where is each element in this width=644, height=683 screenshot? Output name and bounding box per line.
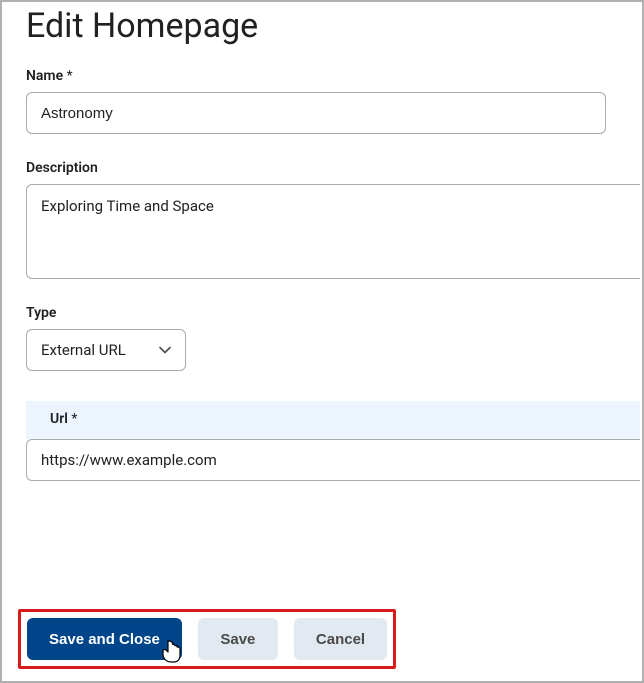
description-field-group: Description Exploring Time and Space bbox=[26, 160, 618, 279]
type-selected-value: External URL bbox=[41, 341, 126, 359]
name-label: Name * bbox=[26, 68, 618, 84]
page-title: Edit Homepage bbox=[26, 2, 618, 68]
cancel-label: Cancel bbox=[316, 631, 365, 648]
name-label-text: Name bbox=[26, 68, 63, 84]
url-input[interactable]: https://www.example.com bbox=[26, 439, 640, 481]
url-required-mark: * bbox=[71, 411, 77, 427]
type-select[interactable]: External URL bbox=[26, 329, 186, 371]
name-input[interactable] bbox=[26, 92, 606, 134]
url-section: Url * bbox=[26, 401, 640, 439]
save-and-close-button[interactable]: Save and Close bbox=[27, 618, 182, 660]
url-label: Url * bbox=[40, 411, 626, 427]
button-bar-highlight: Save and Close Save Cancel bbox=[18, 609, 396, 669]
save-button[interactable]: Save bbox=[198, 618, 278, 660]
description-textarea[interactable]: Exploring Time and Space bbox=[26, 184, 640, 279]
cancel-button[interactable]: Cancel bbox=[294, 618, 387, 660]
description-label: Description bbox=[26, 160, 618, 176]
name-field-group: Name * bbox=[26, 68, 618, 134]
save-and-close-label: Save and Close bbox=[49, 631, 160, 648]
chevron-down-icon bbox=[159, 344, 171, 356]
type-field-group: Type External URL bbox=[26, 305, 618, 371]
save-label: Save bbox=[220, 631, 255, 648]
pointer-cursor-icon bbox=[158, 638, 184, 664]
url-label-text: Url bbox=[50, 411, 68, 427]
type-label: Type bbox=[26, 305, 618, 321]
name-required-mark: * bbox=[67, 68, 73, 84]
